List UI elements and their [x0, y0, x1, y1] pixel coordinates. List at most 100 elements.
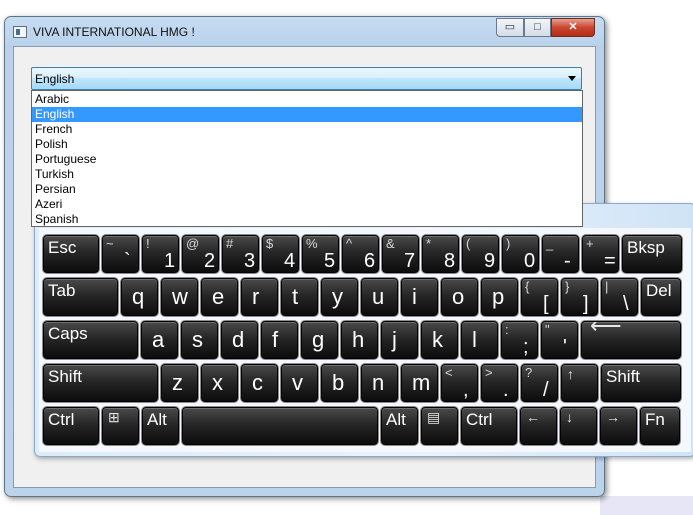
key-f[interactable]: f [261, 321, 298, 359]
key-shift[interactable]: Shift [601, 364, 681, 402]
key-shift-label: + [586, 236, 594, 251]
windows-logo-icon: ⊞ [108, 409, 120, 425]
key-del[interactable]: Del [641, 278, 681, 316]
title-bar[interactable]: VIVA INTERNATIONAL HMG ! ▭ □ ✕ [5, 17, 604, 45]
key-symbol[interactable]: ) 0 [502, 235, 539, 273]
key-symbol[interactable]: {[ [521, 278, 558, 316]
key-m[interactable]: m [401, 364, 438, 402]
key-menu[interactable]: ▤ [421, 407, 458, 445]
minimize-button[interactable]: ▭ [496, 18, 524, 37]
key-shift[interactable]: Shift [43, 364, 158, 402]
maximize-button[interactable]: □ [524, 18, 551, 37]
key-base-label: = [604, 250, 616, 272]
key-t[interactable]: t [281, 278, 318, 316]
key-base-label: ] [583, 293, 589, 315]
key-label: b [332, 370, 345, 395]
key-q[interactable]: q [121, 278, 158, 316]
language-option[interactable]: French [32, 122, 582, 137]
language-option[interactable]: Persian [32, 182, 582, 197]
language-option[interactable]: Arabic [32, 92, 582, 107]
close-icon: ✕ [568, 21, 578, 33]
key-label: j [392, 327, 397, 352]
key-s[interactable]: s [181, 321, 218, 359]
key-base-label: , [463, 379, 469, 401]
key-bksp[interactable]: Bksp [622, 235, 682, 273]
key-tab[interactable]: Tab [43, 278, 118, 316]
key-b[interactable]: b [321, 364, 358, 402]
close-button[interactable]: ✕ [551, 18, 595, 37]
key-label: y [332, 284, 343, 309]
key-fn[interactable]: Fn [640, 407, 680, 445]
key-space[interactable] [182, 407, 378, 445]
key-j[interactable]: j [381, 321, 418, 359]
key-y[interactable]: y [321, 278, 358, 316]
key-symbol[interactable]: >. [481, 364, 518, 402]
key-symbol[interactable]: #3 [222, 235, 259, 273]
key-enter[interactable]: ⟵ [581, 321, 681, 359]
language-option[interactable]: Spanish [32, 212, 582, 227]
key-symbol[interactable]: ~ ` [102, 235, 139, 273]
key-h[interactable]: h [341, 321, 378, 359]
key-d[interactable]: d [221, 321, 258, 359]
key-symbol[interactable]: (9 [462, 235, 499, 273]
key-symbol[interactable]: _ - [542, 235, 579, 273]
key-backslash[interactable]: | \ [601, 278, 638, 316]
key-p[interactable]: p [481, 278, 518, 316]
key-symbol[interactable]: ! 1 [142, 235, 179, 273]
key-esc[interactable]: Esc [43, 235, 99, 273]
key-label: r [252, 284, 260, 309]
key-g[interactable]: g [301, 321, 338, 359]
key-label: g [312, 327, 325, 352]
key-shift-label: _ [546, 236, 554, 251]
key-symbol[interactable]: + = [582, 235, 619, 273]
key-symbol[interactable]: " ' [541, 321, 578, 359]
key-k[interactable]: k [421, 321, 458, 359]
key-symbol[interactable]: % 5 [302, 235, 339, 273]
key-v[interactable]: v [281, 364, 318, 402]
key-c[interactable]: c [241, 364, 278, 402]
key-symbol[interactable]: }] [561, 278, 598, 316]
menu-icon: ▤ [427, 409, 441, 425]
key-o[interactable]: o [441, 278, 478, 316]
language-option[interactable]: Azeri [32, 197, 582, 212]
key-symbol[interactable]: * 8 [422, 235, 459, 273]
key-symbol[interactable]: ? / [521, 364, 558, 402]
language-option[interactable]: English [32, 107, 582, 122]
key-a[interactable]: a [141, 321, 178, 359]
key-l[interactable]: l [461, 321, 498, 359]
language-option[interactable]: Polish [32, 137, 582, 152]
key-r[interactable]: r [241, 278, 278, 316]
language-option[interactable]: Portuguese [32, 152, 582, 167]
key-symbol[interactable]: $4 [262, 235, 299, 273]
key-caps[interactable]: Caps [43, 321, 138, 359]
key-shift-label: @ [186, 236, 200, 251]
language-select[interactable]: English [31, 67, 582, 90]
key-x[interactable]: x [201, 364, 238, 402]
key-n[interactable]: n [361, 364, 398, 402]
key-windows-logo[interactable]: ⊞ [102, 407, 139, 445]
key-ctrl[interactable]: Ctrl [461, 407, 517, 445]
key-symbol[interactable]: <, [441, 364, 478, 402]
key-symbol[interactable]: :; [501, 321, 538, 359]
key-symbol[interactable]: @2 [182, 235, 219, 273]
key-ctrl[interactable]: Ctrl [43, 407, 99, 445]
key-label: Alt [386, 410, 406, 429]
key-arrow-down[interactable]: ↓ [560, 407, 597, 445]
key-label: Esc [48, 238, 77, 257]
key-u[interactable]: u [361, 278, 398, 316]
key-alt[interactable]: Alt [142, 407, 179, 445]
key-w[interactable]: w [161, 278, 198, 316]
key-z[interactable]: z [161, 364, 198, 402]
key-label: z [172, 370, 183, 395]
key-e[interactable]: e [201, 278, 238, 316]
chevron-down-icon[interactable] [568, 76, 576, 81]
key-symbol[interactable]: ^ 6 [342, 235, 379, 273]
key-alt[interactable]: Alt [381, 407, 418, 445]
key-i[interactable]: i [401, 278, 438, 316]
key-symbol[interactable]: & 7 [382, 235, 419, 273]
language-option[interactable]: Turkish [32, 167, 582, 182]
key-arrow-up[interactable]: ↑ [561, 364, 598, 402]
key-arrow-right[interactable]: → [600, 407, 637, 445]
key-base-label: 8 [444, 250, 456, 272]
key-arrow-left[interactable]: ← [520, 407, 557, 445]
